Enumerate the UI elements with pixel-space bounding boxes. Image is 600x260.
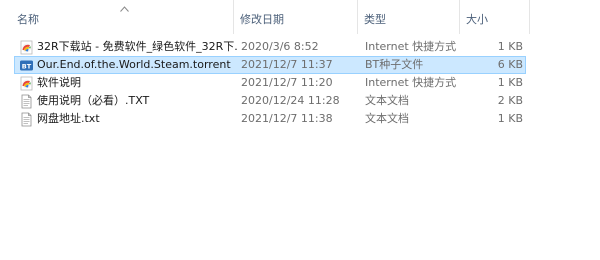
text-document-icon (21, 112, 32, 127)
file-name: 32R下载站 - 免费软件_绿色软件_32R下... (37, 40, 237, 53)
file-size: 1 KB (497, 112, 523, 125)
column-header-bar: 名称 修改日期 类型 大小 (0, 0, 530, 34)
file-date: 2020/12/24 11:28 (241, 94, 340, 107)
file-type: 文本文档 (365, 112, 409, 125)
file-type: Internet 快捷方式 (365, 40, 457, 53)
column-divider[interactable] (459, 0, 460, 34)
column-header-size[interactable]: 大小 (463, 0, 530, 34)
file-row[interactable]: 32R下载站 - 免费软件_绿色软件_32R下... 2020/3/6 8:52… (14, 38, 526, 56)
file-name: Our.End.of.the.World.Steam.torrent (37, 58, 231, 71)
file-explorer-window: 名称 修改日期 类型 大小 32R下载站 - 免费软件_绿色软件_32R下...… (0, 0, 600, 260)
file-type: 文本文档 (365, 94, 409, 107)
file-row[interactable]: 使用说明（必看）.TXT 2020/12/24 11:28 文本文档 2 KB (14, 92, 526, 110)
file-type: BT种子文件 (365, 58, 424, 71)
file-date: 2021/12/7 11:37 (241, 58, 333, 71)
text-document-icon (21, 94, 32, 109)
file-row[interactable]: 网盘地址.txt 2021/12/7 11:38 文本文档 1 KB (14, 110, 526, 128)
file-name: 使用说明（必看）.TXT (37, 94, 150, 107)
svg-text:BT: BT (22, 62, 32, 70)
file-row-selected[interactable]: BT Our.End.of.the.World.Steam.torrent 20… (14, 56, 526, 74)
file-row[interactable]: 软件说明 2021/12/7 11:20 Internet 快捷方式 1 KB (14, 74, 526, 92)
file-size: 1 KB (497, 40, 523, 53)
file-name: 软件说明 (37, 76, 81, 89)
column-divider[interactable] (357, 0, 358, 34)
file-size: 6 KB (497, 58, 523, 71)
file-type: Internet 快捷方式 (365, 76, 457, 89)
column-header-name[interactable]: 名称 (14, 0, 233, 34)
column-divider[interactable] (233, 0, 234, 34)
column-divider[interactable] (529, 0, 530, 34)
file-date: 2021/12/7 11:20 (241, 76, 333, 89)
internet-shortcut-icon (20, 40, 33, 55)
file-size: 2 KB (497, 94, 523, 107)
bt-torrent-icon: BT (20, 60, 33, 71)
file-date: 2021/12/7 11:38 (241, 112, 333, 125)
column-header-date[interactable]: 修改日期 (237, 0, 357, 34)
column-header-type[interactable]: 类型 (361, 0, 461, 34)
file-size: 1 KB (497, 76, 523, 89)
file-date: 2020/3/6 8:52 (241, 40, 319, 53)
file-name: 网盘地址.txt (37, 112, 100, 125)
internet-shortcut-icon (20, 76, 33, 91)
